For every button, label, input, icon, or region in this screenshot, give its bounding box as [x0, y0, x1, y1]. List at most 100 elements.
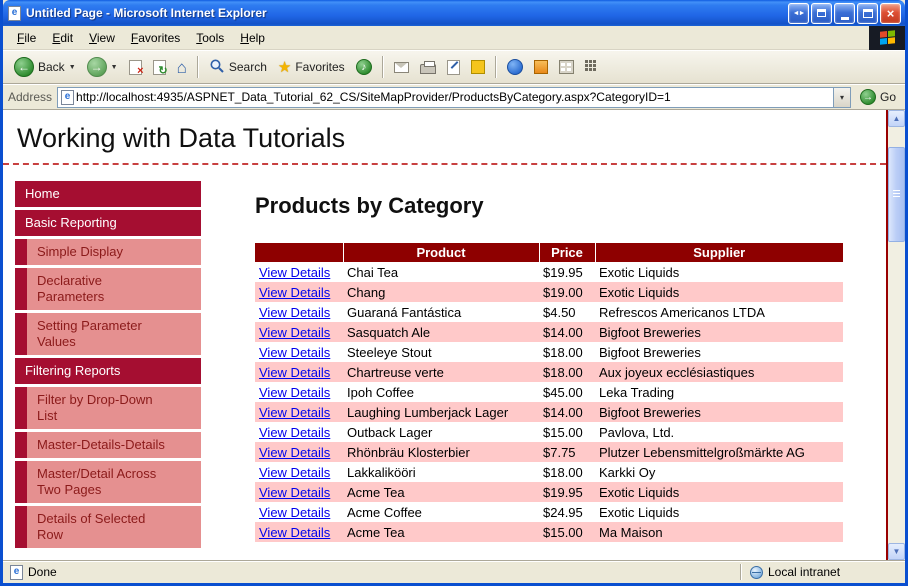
view-details-link[interactable]: View Details: [259, 525, 330, 540]
view-details-link[interactable]: View Details: [259, 505, 330, 520]
stop-button[interactable]: ×: [124, 57, 147, 78]
view-details-link[interactable]: View Details: [259, 285, 330, 300]
sidebar-item[interactable]: Filtering Reports: [15, 358, 201, 384]
notes-button[interactable]: [466, 57, 490, 77]
product-cell: Chang: [347, 284, 386, 300]
research-button[interactable]: [529, 57, 553, 77]
menu-item[interactable]: View: [81, 27, 123, 49]
supplier-cell: Exotic Liquids: [599, 264, 680, 280]
view-details-link[interactable]: View Details: [259, 385, 330, 400]
window-icon: [817, 9, 826, 17]
status-bar: e Done Local intranet: [3, 560, 905, 583]
status-page-icon: e: [10, 564, 23, 580]
mail-button[interactable]: [389, 59, 414, 76]
address-label: Address: [8, 90, 53, 104]
sidebar-item-label: Master-Details-Details: [37, 437, 165, 452]
sidebar-item[interactable]: Basic Reporting: [15, 210, 201, 236]
print-icon: [419, 61, 436, 74]
view-details-link[interactable]: View Details: [259, 365, 330, 380]
print-button[interactable]: [415, 57, 441, 77]
maximize-button[interactable]: [857, 2, 878, 24]
supplier-cell: Refrescos Americanos LTDA: [599, 304, 765, 320]
price-cell: $14.00: [543, 404, 583, 420]
view-details-link[interactable]: View Details: [259, 465, 330, 480]
vertical-scrollbar[interactable]: ▲ ▼: [888, 110, 905, 560]
go-button[interactable]: → Go: [856, 87, 900, 107]
view-details-link[interactable]: View Details: [259, 485, 330, 500]
back-dropdown-icon[interactable]: ▼: [69, 64, 76, 71]
calculator-button[interactable]: [554, 57, 579, 77]
sidebar-item[interactable]: Master-Details-Details: [15, 432, 201, 458]
status-zone-pane: Local intranet: [744, 565, 902, 579]
scroll-down-button[interactable]: ▼: [888, 543, 905, 560]
media-button[interactable]: ♪: [351, 56, 377, 78]
view-details-link[interactable]: View Details: [259, 405, 330, 420]
menu-item[interactable]: File: [9, 27, 44, 49]
price-cell: $14.00: [543, 324, 583, 340]
title-bar[interactable]: e Untitled Page - Microsoft Internet Exp…: [3, 0, 905, 26]
menu-item[interactable]: Edit: [44, 27, 81, 49]
address-dropdown-button[interactable]: ▾: [832, 87, 850, 107]
menu-bar: File Edit View Favorites Tools Help: [3, 25, 905, 50]
view-details-cell: View Details: [255, 262, 343, 282]
sidebar-item[interactable]: Master/Detail Across Two Pages: [15, 461, 201, 503]
favorites-label: Favorites: [295, 60, 345, 74]
view-details-link[interactable]: View Details: [259, 305, 330, 320]
forward-button[interactable]: → ▼: [82, 54, 123, 80]
view-details-link[interactable]: View Details: [259, 445, 330, 460]
go-label: Go: [879, 90, 896, 104]
menu-item[interactable]: Help: [232, 27, 273, 49]
favorites-button[interactable]: ★ Favorites: [273, 57, 350, 78]
sidebar-item[interactable]: Filter by Drop-Down List: [15, 387, 201, 429]
supplier-cell: Bigfoot Breweries: [599, 404, 701, 420]
minimize-button[interactable]: [834, 2, 855, 24]
sidebar-item-label: Home: [25, 186, 60, 201]
grid-button[interactable]: [580, 57, 604, 77]
view-details-link[interactable]: View Details: [259, 345, 330, 360]
scrollbar-thumb[interactable]: [888, 147, 905, 242]
menu-item[interactable]: Favorites: [123, 27, 188, 49]
sidebar-item[interactable]: Details of Selected Row: [15, 506, 201, 548]
product-cell: Chartreuse verte: [347, 364, 444, 380]
title-toolbar-button-1[interactable]: ◄►: [788, 2, 809, 24]
status-zone-text: Local intranet: [768, 565, 841, 579]
messenger-button[interactable]: [502, 56, 528, 78]
address-input[interactable]: [74, 90, 833, 104]
sidebar-item[interactable]: Declarative Parameters: [15, 268, 201, 310]
home-icon: ⌂: [176, 57, 187, 77]
close-button[interactable]: ×: [880, 2, 901, 24]
refresh-icon: ↻: [152, 59, 168, 76]
view-details-cell: View Details: [255, 422, 343, 442]
favorites-star-icon: ★: [277, 58, 292, 76]
supplier-cell: Pavlova, Ltd.: [599, 424, 675, 440]
edit-button[interactable]: [442, 57, 465, 78]
sidebar-item[interactable]: Setting Parameter Values: [15, 313, 201, 355]
address-input-box: e ▾: [57, 86, 851, 108]
sidebar-item[interactable]: Simple Display: [15, 239, 201, 265]
price-cell: $19.00: [543, 284, 583, 300]
table-row: View Details Lakkalikööri $18.00 Karkki …: [255, 462, 843, 482]
scrollbar-track[interactable]: [888, 127, 905, 543]
forward-dropdown-icon[interactable]: ▼: [111, 64, 118, 71]
scroll-up-button[interactable]: ▲: [888, 110, 905, 127]
toolbar-separator: [494, 56, 497, 78]
home-button[interactable]: ⌂: [172, 56, 192, 79]
window-title: Untitled Page - Microsoft Internet Explo…: [26, 6, 267, 20]
ie-e-glyph: e: [11, 7, 18, 18]
grid-icon: [584, 60, 599, 74]
title-toolbar-button-2[interactable]: [811, 2, 832, 24]
view-details-link[interactable]: View Details: [259, 425, 330, 440]
back-button[interactable]: ← Back ▼: [9, 54, 81, 80]
product-cell: Sasquatch Ale: [347, 324, 431, 340]
view-details-link[interactable]: View Details: [259, 325, 330, 340]
sidebar-item[interactable]: Home: [15, 181, 201, 207]
search-button[interactable]: Search: [204, 55, 272, 80]
view-details-link[interactable]: View Details: [259, 265, 330, 280]
back-icon: ←: [14, 57, 34, 77]
menu-item[interactable]: Tools: [188, 27, 232, 49]
supplier-cell: Karkki Oy: [599, 464, 656, 480]
refresh-button[interactable]: ↻: [148, 57, 171, 78]
col-header-price: Price: [538, 243, 595, 262]
products-table: Product Price Supplier View Details Chai…: [255, 243, 843, 542]
windows-flag-icon: [879, 30, 895, 45]
